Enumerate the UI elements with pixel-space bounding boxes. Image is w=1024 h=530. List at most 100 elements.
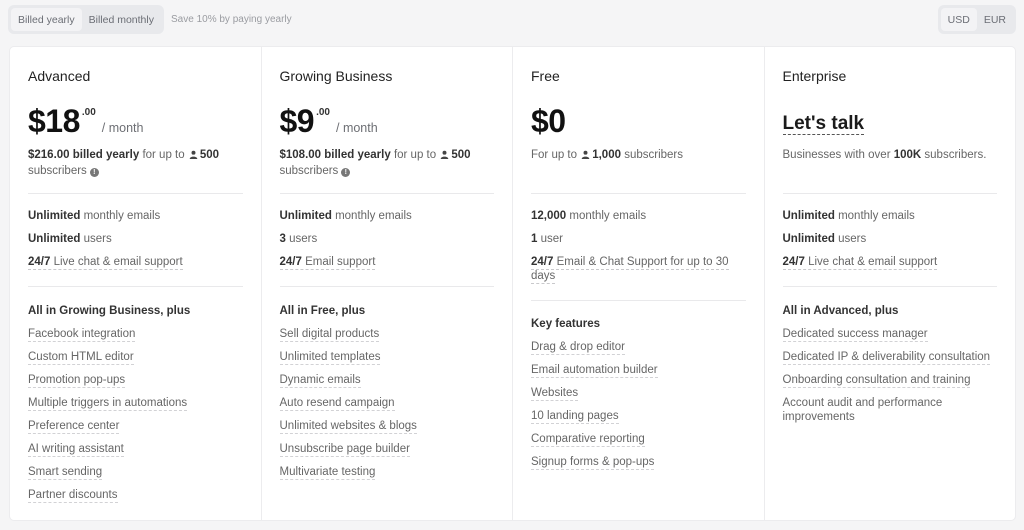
features-heading: All in Advanced, plus — [782, 305, 899, 317]
limit-emails: Unlimited monthly emails — [28, 209, 243, 223]
feature-item[interactable]: Dedicated success manager — [782, 327, 998, 342]
feature-item[interactable]: Unlimited websites & blogs — [279, 419, 495, 434]
billed-monthly-option[interactable]: Billed monthly — [82, 8, 161, 31]
limit-support[interactable]: 24/7 Email support — [279, 255, 495, 270]
top-bar: Billed yearly Billed monthly Save 10% by… — [8, 5, 1016, 34]
plan-description: Businesses with over 100K subscribers. — [783, 147, 998, 163]
billing-period-toggle: Billed yearly Billed monthly — [8, 5, 164, 34]
description-tail: subscribers. — [921, 149, 987, 161]
limit-value: 12,000 — [531, 210, 567, 222]
plan-limits: Unlimited monthly emails Unlimited users… — [782, 209, 998, 278]
subscriber-count: 500 — [451, 149, 471, 161]
feature-item[interactable]: Comparative reporting — [531, 432, 746, 447]
currency-toggle: USD EUR — [937, 5, 1016, 34]
limit-label: Live chat & email support — [50, 256, 183, 268]
feature-item[interactable]: Multivariate testing — [279, 465, 495, 480]
feature-item[interactable]: Unsubscribe page builder — [279, 442, 495, 457]
feature-list: All in Free, plus Sell digital products … — [279, 304, 495, 488]
feature-item[interactable]: Dedicated IP & deliverability consultati… — [782, 350, 998, 365]
divider — [782, 193, 997, 194]
lets-talk-link[interactable]: Let's talk — [782, 113, 865, 135]
limit-value: Unlimited — [28, 210, 81, 222]
features-heading: All in Free, plus — [279, 305, 366, 317]
feature-item[interactable]: Multiple triggers in automations — [28, 396, 243, 411]
price-amount: $18 — [28, 103, 80, 139]
billed-text: For up to — [531, 149, 581, 161]
limit-value: 24/7 — [531, 256, 554, 268]
feature-item[interactable]: AI writing assistant — [28, 442, 243, 457]
limit-value: Unlimited — [279, 210, 332, 222]
plan-card-growing-business: Growing Business $9 .00 / month $108.00 … — [262, 47, 513, 520]
limit-label: users — [834, 233, 867, 245]
feature-item[interactable]: Dynamic emails — [279, 373, 495, 388]
feature-item[interactable]: Facebook integration — [28, 327, 243, 342]
features-heading: Key features — [531, 318, 601, 330]
feature-item[interactable]: Preference center — [28, 419, 243, 434]
limit-label: Live chat & email support — [804, 256, 938, 268]
subscriber-threshold: 100K — [893, 149, 922, 161]
limit-users: Unlimited users — [28, 232, 243, 246]
info-icon[interactable]: ! — [89, 168, 99, 177]
feature-item[interactable]: Websites — [531, 386, 746, 401]
limit-users: 1 user — [531, 232, 746, 246]
feature-item[interactable]: 10 landing pages — [531, 409, 746, 424]
feature-list: All in Advanced, plus Dedicated success … — [782, 304, 998, 433]
billed-text: for up to — [139, 149, 188, 161]
feature-item[interactable]: Drag & drop editor — [531, 340, 746, 355]
pricing-cards: Advanced $18 .00 / month $216.00 billed … — [9, 46, 1016, 521]
billed-yearly-option[interactable]: Billed yearly — [11, 8, 82, 31]
limit-emails: Unlimited monthly emails — [783, 209, 998, 223]
limit-value: 24/7 — [279, 256, 302, 268]
plan-name: Free — [531, 68, 560, 84]
subscriber-count: 1,000 — [592, 149, 621, 161]
feature-item[interactable]: Custom HTML editor — [28, 350, 243, 365]
feature-item[interactable]: Promotion pop-ups — [28, 373, 243, 388]
currency-eur-option[interactable]: EUR — [977, 8, 1013, 31]
feature-list: Key features Drag & drop editor Email au… — [531, 317, 746, 478]
limit-users: 3 users — [280, 232, 495, 246]
plan-card-enterprise: Enterprise Let's talk Businesses with ov… — [765, 47, 1016, 520]
billed-tail: subscribers — [621, 149, 683, 161]
person-icon — [581, 150, 590, 159]
limit-label: monthly emails — [80, 210, 161, 222]
feature-item[interactable]: Email automation builder — [531, 363, 746, 378]
limit-value: Unlimited — [28, 233, 81, 245]
plan-name: Advanced — [28, 68, 91, 84]
billed-yearly-amount: $108.00 billed yearly — [279, 149, 391, 161]
limit-label: monthly emails — [331, 210, 412, 222]
plan-name: Enterprise — [782, 68, 847, 84]
divider — [279, 193, 494, 194]
limit-label: Email support — [301, 256, 376, 268]
limit-support[interactable]: 24/7 Live chat & email support — [28, 255, 243, 270]
feature-item[interactable]: Onboarding consultation and training — [782, 373, 998, 388]
billed-tail: subscribers — [28, 165, 87, 177]
info-icon[interactable]: ! — [341, 168, 351, 177]
plan-card-advanced: Advanced $18 .00 / month $216.00 billed … — [10, 47, 262, 520]
feature-item[interactable]: Sell digital products — [279, 327, 495, 342]
billing-summary: $216.00 billed yearly for up to 500 subs… — [28, 147, 243, 179]
limit-support[interactable]: 24/7 Live chat & email support — [782, 255, 998, 270]
plan-price: $0 — [531, 105, 566, 137]
feature-item[interactable]: Auto resend campaign — [279, 396, 495, 411]
feature-item[interactable]: Smart sending — [28, 465, 243, 480]
limit-value: 24/7 — [28, 256, 51, 268]
plan-name: Growing Business — [279, 68, 393, 84]
feature-item[interactable]: Account audit and performance improvemen… — [783, 396, 998, 424]
person-icon — [441, 150, 449, 159]
limit-value: 24/7 — [782, 256, 805, 268]
divider — [28, 286, 243, 287]
feature-item[interactable]: Signup forms & pop-ups — [531, 455, 746, 470]
limit-label: user — [537, 233, 563, 245]
feature-item[interactable]: Partner discounts — [28, 488, 243, 503]
billed-tail: subscribers — [279, 165, 339, 177]
limit-value: Unlimited — [782, 233, 835, 245]
price-period: / month — [101, 121, 144, 135]
divider — [531, 193, 746, 194]
currency-usd-option[interactable]: USD — [940, 8, 977, 31]
divider — [531, 300, 746, 301]
billing-summary: For up to 1,000 subscribers — [531, 147, 746, 163]
limit-support[interactable]: 24/7 Email & Chat Support for up to 30 d… — [531, 255, 746, 284]
limit-label: users — [80, 233, 112, 245]
plan-price: $9 .00 / month — [280, 105, 378, 137]
feature-item[interactable]: Unlimited templates — [279, 350, 495, 365]
